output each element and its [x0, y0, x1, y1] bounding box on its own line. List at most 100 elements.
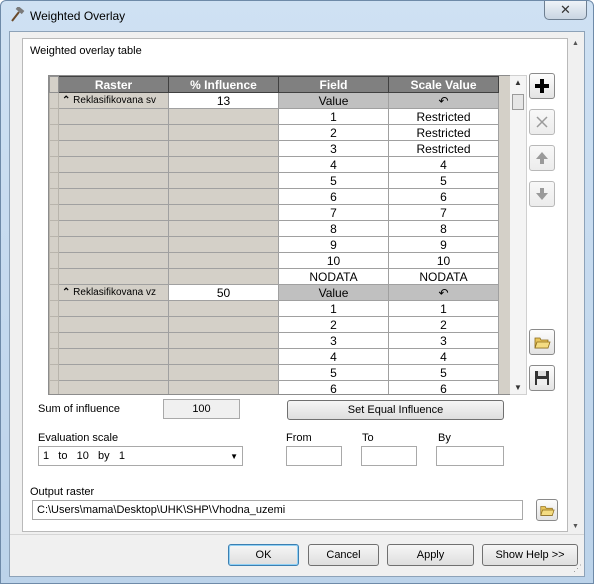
- column-header-raster[interactable]: Raster: [58, 76, 169, 93]
- influence-empty-cell: [168, 140, 279, 157]
- table-row[interactable]: 3 Restricted: [49, 140, 499, 157]
- table-scrollbar[interactable]: ▲ ▼: [510, 75, 527, 395]
- arrow-down-icon: [536, 188, 548, 200]
- ok-button[interactable]: OK: [228, 544, 299, 566]
- evaluation-scale-dropdown[interactable]: 1 to 10 by 1 ▼: [38, 446, 243, 466]
- scale-value-cell[interactable]: 1: [388, 300, 499, 317]
- remove-raster-button[interactable]: [529, 109, 555, 135]
- apply-button[interactable]: Apply: [387, 544, 474, 566]
- show-help-button[interactable]: Show Help >>: [482, 544, 578, 566]
- table-row[interactable]: 55: [49, 172, 499, 189]
- scale-value-cell[interactable]: Restricted: [388, 140, 499, 157]
- column-header-influence[interactable]: % Influence: [168, 76, 279, 93]
- row-selector[interactable]: [49, 332, 59, 349]
- column-header-scale-value[interactable]: Scale Value: [388, 76, 499, 93]
- evaluation-scale-value: 1 to 10 by 1: [43, 450, 125, 462]
- resize-grip-icon[interactable]: ⋰: [573, 563, 582, 574]
- move-down-button[interactable]: [529, 181, 555, 207]
- close-button[interactable]: ✕: [544, 1, 587, 20]
- open-table-button[interactable]: [529, 329, 555, 355]
- scale-value-cell[interactable]: 6: [388, 380, 499, 394]
- table-row[interactable]: 77: [49, 204, 499, 221]
- table-row[interactable]: 2 Restricted: [49, 124, 499, 141]
- row-selector[interactable]: [49, 252, 59, 269]
- row-selector[interactable]: [49, 172, 59, 189]
- collapse-chevron-icon[interactable]: ⌃: [62, 287, 73, 298]
- row-selector[interactable]: [49, 108, 59, 125]
- scale-value-cell[interactable]: 8: [388, 220, 499, 237]
- from-field[interactable]: [286, 446, 342, 466]
- column-header-field[interactable]: Field: [278, 76, 389, 93]
- scale-value-cell[interactable]: Restricted: [388, 108, 499, 125]
- row-selector[interactable]: [49, 188, 59, 205]
- row-selector[interactable]: [49, 236, 59, 253]
- scale-subheader-undo-icon[interactable]: ↶: [388, 92, 499, 109]
- row-selector[interactable]: [49, 284, 59, 301]
- row-selector[interactable]: [49, 348, 59, 365]
- raster-name-cell[interactable]: ⌃ Reklasifikovana vz: [58, 284, 169, 301]
- scale-value-cell[interactable]: 4: [388, 156, 499, 173]
- table-row[interactable]: 44: [49, 348, 499, 365]
- scale-subheader-undo-icon[interactable]: ↶: [388, 284, 499, 301]
- row-selector[interactable]: [49, 140, 59, 157]
- scale-value-cell[interactable]: 6: [388, 188, 499, 205]
- field-value-cell: NODATA: [278, 268, 389, 285]
- panel-scroll-down-icon[interactable]: ▼: [572, 523, 579, 530]
- scale-value-cell[interactable]: 7: [388, 204, 499, 221]
- row-selector[interactable]: [49, 300, 59, 317]
- table-row[interactable]: 99: [49, 236, 499, 253]
- row-selector[interactable]: [49, 268, 59, 285]
- row-selector[interactable]: [49, 204, 59, 221]
- set-equal-influence-button[interactable]: Set Equal Influence: [287, 400, 504, 420]
- row-selector[interactable]: [49, 156, 59, 173]
- scroll-up-arrow-icon[interactable]: ▲: [514, 78, 522, 87]
- scale-value-cell[interactable]: NODATA: [388, 268, 499, 285]
- table-row[interactable]: 10 10: [49, 252, 499, 269]
- row-selector[interactable]: [49, 220, 59, 237]
- table-row[interactable]: 22: [49, 316, 499, 333]
- raster-name-cell[interactable]: ⌃ Reklasifikovana sv: [58, 92, 169, 109]
- scale-value-cell[interactable]: 10: [388, 252, 499, 269]
- add-raster-button[interactable]: [529, 73, 555, 99]
- scale-value-cell[interactable]: 5: [388, 172, 499, 189]
- scale-value-cell[interactable]: 4: [388, 348, 499, 365]
- table-row[interactable]: NODATA NODATA: [49, 268, 499, 285]
- to-field[interactable]: [361, 446, 417, 466]
- row-selector[interactable]: [49, 380, 59, 394]
- cancel-button[interactable]: Cancel: [308, 544, 379, 566]
- influence-cell[interactable]: 13: [168, 92, 279, 109]
- row-selector[interactable]: [49, 124, 59, 141]
- row-selector[interactable]: [49, 92, 59, 109]
- table-row[interactable]: 33: [49, 332, 499, 349]
- output-raster-input[interactable]: C:\Users\mama\Desktop\UHK\SHP\Vhodna_uze…: [32, 500, 523, 520]
- panel-scrollbar[interactable]: ▲ ▼: [570, 38, 582, 532]
- raster-group-row[interactable]: ⌃ Reklasifikovana sv 13 Value ↶: [49, 92, 499, 109]
- scroll-down-arrow-icon[interactable]: ▼: [514, 383, 522, 392]
- collapse-chevron-icon[interactable]: ⌃: [62, 95, 73, 106]
- scale-value-cell[interactable]: 3: [388, 332, 499, 349]
- row-selector[interactable]: [49, 316, 59, 333]
- raster-group-row[interactable]: ⌃ Reklasifikovana vz 50 Value ↶: [49, 284, 499, 301]
- scale-value-cell[interactable]: Restricted: [388, 124, 499, 141]
- table-row[interactable]: 66: [49, 380, 499, 394]
- browse-output-button[interactable]: [536, 499, 558, 521]
- scale-value-cell[interactable]: 9: [388, 236, 499, 253]
- influence-cell[interactable]: 50: [168, 284, 279, 301]
- scroll-thumb[interactable]: [512, 94, 524, 110]
- scale-value-cell[interactable]: 2: [388, 316, 499, 333]
- influence-empty-cell: [168, 316, 279, 333]
- table-row[interactable]: 1 Restricted: [49, 108, 499, 125]
- table-row[interactable]: 88: [49, 220, 499, 237]
- table-row[interactable]: 44: [49, 156, 499, 173]
- table-row[interactable]: 66: [49, 188, 499, 205]
- field-value-cell: 9: [278, 236, 389, 253]
- table-row[interactable]: 55: [49, 364, 499, 381]
- scale-value-cell[interactable]: 5: [388, 364, 499, 381]
- move-up-button[interactable]: [529, 145, 555, 171]
- save-table-button[interactable]: [529, 365, 555, 391]
- by-field[interactable]: [436, 446, 504, 466]
- table-row[interactable]: 11: [49, 300, 499, 317]
- weighted-overlay-table: Raster % Influence Field Scale Value ⌃ R…: [48, 75, 527, 395]
- row-selector[interactable]: [49, 364, 59, 381]
- panel-scroll-up-icon[interactable]: ▲: [572, 40, 579, 47]
